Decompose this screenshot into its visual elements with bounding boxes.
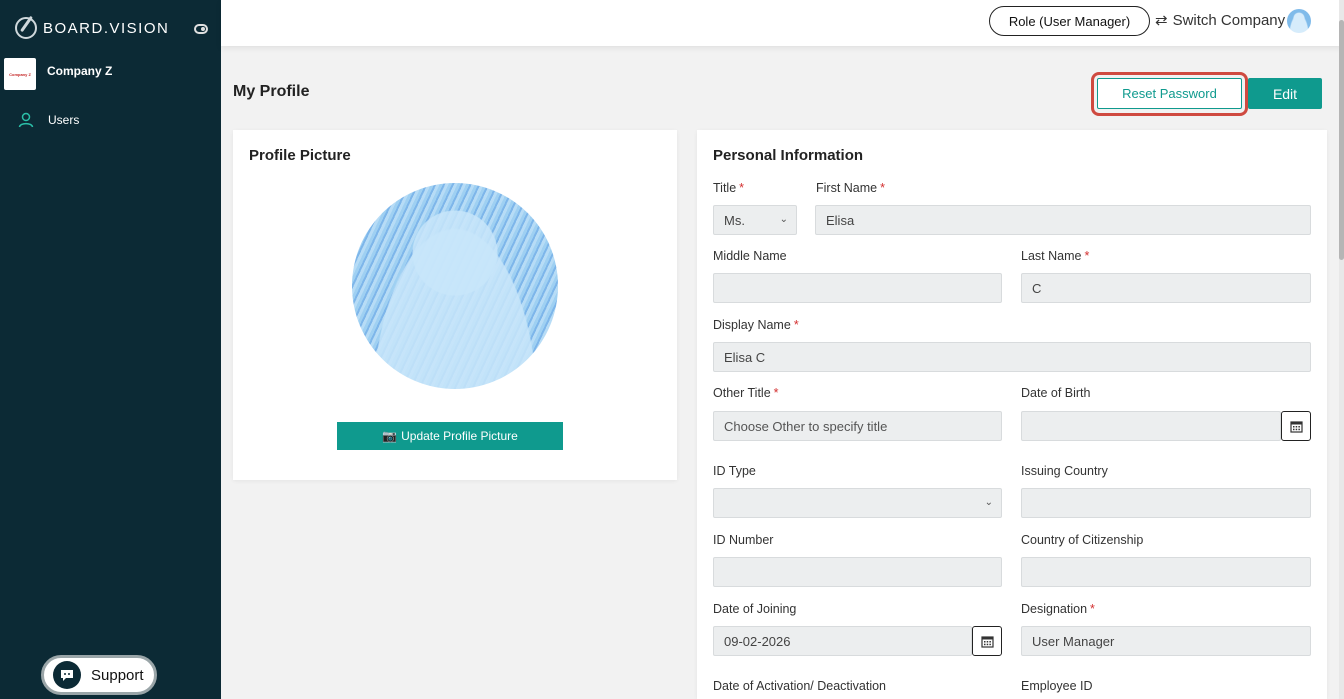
issuing-country-label: Issuing Country — [1021, 464, 1108, 478]
sidebar-item-label: Users — [48, 113, 80, 127]
date-of-joining-label: Date of Joining — [713, 602, 797, 616]
brand-logo[interactable]: BOARD.VISION — [15, 17, 169, 39]
profile-picture-card: Profile Picture 📷 Update Profile Picture — [233, 130, 677, 480]
avatar[interactable] — [1287, 9, 1311, 33]
scrollbar[interactable] — [1339, 0, 1344, 699]
last-name-label: Last Name * — [1021, 249, 1090, 263]
profile-picture-title: Profile Picture — [249, 147, 351, 164]
chevron-down-icon: ⌄ — [984, 497, 993, 508]
switch-company-button[interactable]: ⇄ Switch Company — [1155, 11, 1286, 30]
top-bar: Role (User Manager) ⇄ Switch Company — [221, 0, 1344, 46]
title-value: Ms. — [724, 212, 745, 228]
update-profile-picture-label: Update Profile Picture — [401, 429, 518, 443]
company-logo: Company Z — [4, 58, 36, 90]
calendar-icon[interactable] — [1281, 411, 1311, 441]
first-name-label: First Name * — [816, 181, 885, 195]
page-title: My Profile — [233, 83, 310, 100]
scrollbar-thumb[interactable] — [1339, 20, 1344, 260]
calendar-icon[interactable] — [972, 626, 1002, 656]
support-label: Support — [91, 666, 144, 684]
middle-name-field[interactable] — [713, 273, 1002, 303]
issuing-country-field[interactable] — [1021, 488, 1311, 518]
camera-icon: 📷 — [382, 429, 398, 443]
profile-picture — [352, 183, 558, 389]
swap-arrows-icon: ⇄ — [1155, 12, 1168, 29]
designation-label: Designation * — [1021, 602, 1095, 616]
role-button[interactable]: Role (User Manager) — [989, 6, 1150, 36]
user-icon — [18, 112, 34, 128]
id-number-label: ID Number — [713, 533, 774, 547]
company-selector[interactable]: Company Z Company Z — [4, 58, 112, 90]
country-of-citizenship-label: Country of Citizenship — [1021, 533, 1144, 547]
id-type-label: ID Type — [713, 464, 756, 478]
brand-name: BOARD.VISION — [43, 19, 170, 37]
support-button[interactable]: Support — [41, 655, 157, 695]
reset-password-button[interactable]: Reset Password — [1097, 78, 1242, 109]
date-of-activation-label: Date of Activation/ Deactivation — [713, 679, 887, 693]
designation-field[interactable]: User Manager — [1021, 626, 1311, 656]
id-number-field[interactable] — [713, 557, 1002, 587]
title-select[interactable]: Ms. ⌄ — [713, 205, 797, 235]
chevron-down-icon: ⌄ — [779, 214, 788, 225]
employee-id-label: Employee ID — [1021, 679, 1093, 693]
update-profile-picture-button[interactable]: 📷 Update Profile Picture — [337, 422, 563, 450]
other-title-label: Other Title * — [713, 386, 779, 400]
last-name-field[interactable]: C — [1021, 273, 1311, 303]
edit-button[interactable]: Edit — [1248, 78, 1322, 109]
display-name-field[interactable]: Elisa C — [713, 342, 1311, 372]
date-of-birth-label: Date of Birth — [1021, 386, 1091, 400]
id-type-select[interactable]: ⌄ — [713, 488, 1002, 518]
display-name-label: Display Name * — [713, 318, 799, 332]
date-of-birth-field[interactable] — [1021, 411, 1281, 441]
personal-information-title: Personal Information — [713, 147, 864, 164]
sidebar: BOARD.VISION Company Z Company Z Users S… — [0, 0, 221, 699]
sidebar-toggle-icon[interactable] — [194, 24, 208, 34]
chat-bubble-icon — [53, 661, 81, 689]
personal-information-card: Personal Information Title * First Name * … — [697, 130, 1327, 699]
board-vision-logo-icon — [15, 17, 37, 39]
company-name: Company Z — [47, 64, 113, 78]
date-of-joining-field[interactable]: 09-02-2026 — [713, 626, 972, 656]
sidebar-item-users[interactable]: Users — [18, 112, 79, 128]
switch-company-label: Switch Company — [1172, 11, 1286, 29]
title-label: Title * — [713, 181, 745, 195]
country-of-citizenship-field[interactable] — [1021, 557, 1311, 587]
first-name-field[interactable]: Elisa — [815, 205, 1311, 235]
other-title-field[interactable]: Choose Other to specify title — [713, 411, 1002, 441]
middle-name-label: Middle Name — [713, 249, 787, 263]
